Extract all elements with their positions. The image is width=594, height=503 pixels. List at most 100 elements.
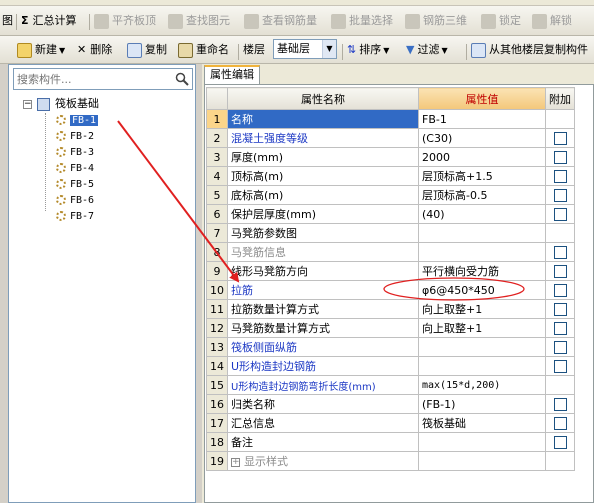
table-row[interactable]: 3 厚度(mm) 2000 [206,147,575,167]
property-name[interactable]: 名称 [227,109,419,129]
property-value[interactable] [418,242,546,262]
table-row[interactable]: 17 汇总信息 筏板基础 [206,413,575,433]
property-name[interactable]: 顶标高(m) [227,166,419,186]
header-property-name[interactable]: 属性名称 [227,87,419,110]
extra-checkbox[interactable] [553,416,567,430]
new-button[interactable]: 新建 ▼ [17,36,65,64]
property-name[interactable]: 筏板侧面纵筋 [227,337,419,357]
property-value[interactable] [418,356,546,376]
table-row[interactable]: 5 底标高(m) 层顶标高-0.5 [206,185,575,205]
search-icon[interactable] [175,72,189,86]
extra-checkbox[interactable] [553,131,567,145]
property-value[interactable]: 2000 [418,147,546,167]
property-name[interactable]: 拉筋数量计算方式 [227,299,419,319]
header-extra[interactable]: 附加 [545,87,575,110]
property-value[interactable] [418,451,546,471]
extra-checkbox[interactable] [553,302,567,316]
expand-icon[interactable]: + [231,457,240,467]
extra-checkbox[interactable] [553,150,567,164]
property-value[interactable] [418,337,546,357]
rebar-3d-button[interactable]: 钢筋三维 [405,6,467,36]
table-row[interactable]: 10 拉筋 φ6@450*450 [206,280,575,300]
property-name[interactable]: 归类名称 [227,394,419,414]
table-row[interactable]: 4 顶标高(m) 层顶标高+1.5 [206,166,575,186]
extra-checkbox[interactable] [553,245,567,259]
tree-item-fb-4[interactable]: FB-4 [56,161,94,177]
property-value[interactable]: (40) [418,204,546,224]
property-name[interactable]: 备注 [227,432,419,452]
tree-item-fb-5[interactable]: FB-5 [56,177,94,193]
table-row[interactable]: 1 名称 FB-1 [206,109,575,129]
filter-button[interactable]: ▼ 过滤 ▼ [406,36,448,64]
property-value[interactable] [418,432,546,452]
tab-property-edit[interactable]: 属性编辑 [204,65,260,84]
table-row[interactable]: 19 + 显示样式 [206,451,575,471]
property-name[interactable]: 保护层厚度(mm) [227,204,419,224]
property-name[interactable]: 马凳筋信息 [227,242,419,262]
summary-button[interactable]: Σ 汇总计算 [21,6,77,36]
header-property-value[interactable]: 属性值 [418,87,546,110]
table-row[interactable]: 16 归类名称 (FB-1) [206,394,575,414]
extra-checkbox[interactable] [553,207,567,221]
extra-checkbox[interactable] [553,359,567,373]
property-name[interactable]: 底标高(m) [227,185,419,205]
sort-button[interactable]: ⇅ 排序 ▼ [347,36,389,64]
find-element-button[interactable]: 查找图元 [168,6,230,36]
unlock-button[interactable]: 解锁 [532,6,572,36]
extra-checkbox[interactable] [553,435,567,449]
property-name[interactable]: U形构造封边钢筋弯折长度(mm) [227,375,419,395]
table-row[interactable]: 18 备注 [206,432,575,452]
property-name-tie-bar[interactable]: 拉筋 [227,280,419,300]
property-value[interactable]: 向上取整+1 [418,299,546,319]
property-value[interactable]: 向上取整+1 [418,318,546,338]
view-rebar-button[interactable]: 查看钢筋量 [244,6,317,36]
table-row[interactable]: 7 马凳筋参数图 [206,223,575,243]
extra-checkbox[interactable] [553,188,567,202]
property-name[interactable]: U形构造封边钢筋 [227,356,419,376]
property-value[interactable]: 层顶标高-0.5 [418,185,546,205]
tree-item-fb-6[interactable]: FB-6 [56,193,94,209]
tree-item-fb-7[interactable]: FB-7 [56,209,94,225]
property-name[interactable]: 汇总信息 [227,413,419,433]
tree-item-fb-3[interactable]: FB-3 [56,145,94,161]
search-input[interactable] [14,69,164,89]
extra-checkbox[interactable] [553,397,567,411]
property-value[interactable]: (FB-1) [418,394,546,414]
property-value-tie-bar[interactable]: φ6@450*450 [418,280,546,300]
collapse-icon[interactable]: − [23,99,32,109]
tree-item-fb-2[interactable]: FB-2 [56,129,94,145]
tree-root-raft-foundation[interactable]: − 筏板基础 [23,96,99,112]
delete-button[interactable]: ✕ 删除 [77,36,112,64]
property-value[interactable]: max(15*d,200) [418,375,546,395]
extra-checkbox[interactable] [553,340,567,354]
property-value[interactable]: 筏板基础 [418,413,546,433]
property-value[interactable]: FB-1 [418,109,546,129]
property-value[interactable]: 平行横向受力筋 [418,261,546,281]
property-name[interactable]: 厚度(mm) [227,147,419,167]
floor-select[interactable]: 基础层 ▼ [273,39,337,59]
table-row[interactable]: 9 线形马凳筋方向 平行横向受力筋 [206,261,575,281]
copy-button[interactable]: 复制 [127,36,167,64]
table-row[interactable]: 13 筏板侧面纵筋 [206,337,575,357]
align-top-button[interactable]: 平齐板顶 [94,6,156,36]
table-row[interactable]: 15 U形构造封边钢筋弯折长度(mm) max(15*d,200) [206,375,575,395]
property-name[interactable]: 线形马凳筋方向 [227,261,419,281]
extra-checkbox[interactable] [553,264,567,278]
property-value[interactable] [418,223,546,243]
extra-checkbox[interactable] [553,321,567,335]
table-row[interactable]: 8 马凳筋信息 [206,242,575,262]
lock-button[interactable]: 锁定 [481,6,521,36]
table-row[interactable]: 12 马凳筋数量计算方式 向上取整+1 [206,318,575,338]
property-name[interactable]: 混凝土强度等级 [227,128,419,148]
property-value[interactable]: 层顶标高+1.5 [418,166,546,186]
table-row[interactable]: 2 混凝土强度等级 (C30) [206,128,575,148]
property-group-display-style[interactable]: + 显示样式 [227,451,419,471]
property-value[interactable]: (C30) [418,128,546,148]
table-row[interactable]: 14 U形构造封边钢筋 [206,356,575,376]
extra-checkbox[interactable] [553,283,567,297]
copy-from-floor-button[interactable]: 从其他楼层复制构件 [471,36,588,64]
property-name[interactable]: 马凳筋数量计算方式 [227,318,419,338]
table-row[interactable]: 11 拉筋数量计算方式 向上取整+1 [206,299,575,319]
property-name[interactable]: 马凳筋参数图 [227,223,419,243]
table-row[interactable]: 6 保护层厚度(mm) (40) [206,204,575,224]
